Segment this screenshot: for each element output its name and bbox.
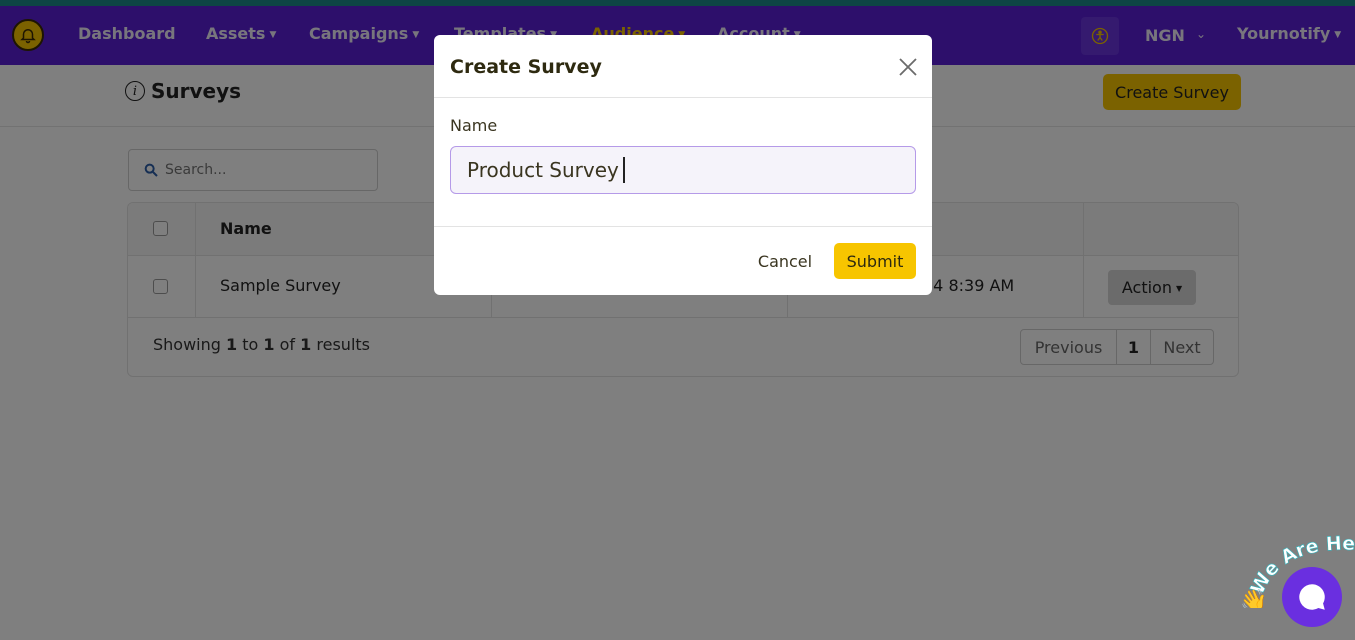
chat-icon — [1299, 584, 1325, 610]
cancel-button[interactable]: Cancel — [747, 244, 823, 278]
name-field-label: Name — [450, 116, 498, 135]
create-survey-modal: Create Survey Name Cancel Submit — [434, 35, 932, 295]
modal-divider — [434, 226, 932, 227]
modal-divider — [434, 97, 932, 98]
modal-title: Create Survey — [450, 56, 602, 78]
text-cursor — [623, 157, 625, 183]
waving-hand-icon: 👋 — [1240, 588, 1267, 608]
submit-button[interactable]: Submit — [834, 243, 916, 279]
chat-launcher-button[interactable] — [1282, 567, 1342, 627]
survey-name-input[interactable] — [450, 146, 916, 194]
close-icon[interactable] — [896, 55, 920, 79]
